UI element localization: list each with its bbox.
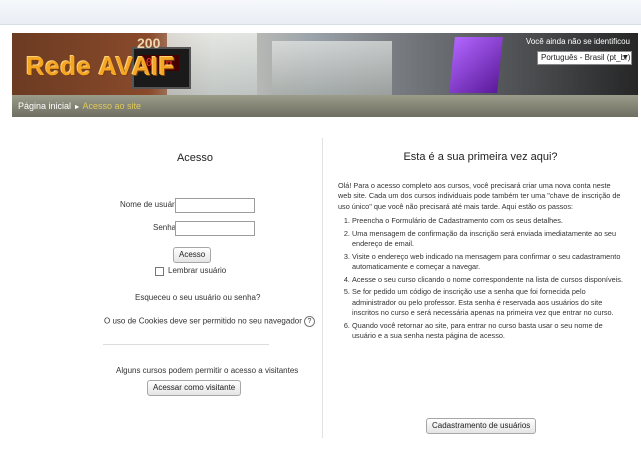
username-label: Nome de usuário [120,200,181,209]
signup-button[interactable]: Cadastramento de usuários [426,418,537,434]
password-label: Senha [153,223,177,232]
login-separator [103,344,269,345]
breadcrumb-home-link[interactable]: Página inicial [18,101,71,111]
breadcrumb-current: Acesso ao site [82,101,142,111]
breadcrumb: Página inicial ► Acesso ao site [18,101,141,111]
guest-note: Alguns cursos podem permitir o acesso a … [116,366,299,375]
chevron-down-icon: ▼ [622,54,629,61]
list-item: Preencha o Formulário de Cadastramento c… [352,216,623,227]
help-icon[interactable]: ? [303,316,315,327]
guest-login-button[interactable]: Acessar como visitante [147,380,242,396]
column-divider [322,138,323,438]
password-input[interactable] [175,221,255,236]
list-item: Acesse o seu curso clicando o nome corre… [352,275,623,286]
list-item: Se for pedido um código de inscrição use… [352,287,623,319]
site-logo[interactable]: Rede AVAIF [26,51,175,82]
login-info: Você ainda não se identificou [525,37,630,46]
navbar: Página inicial ► Acesso ao site [12,95,638,117]
signup-panel: Esta é a sua primeira vez aqui? Olá! Par… [338,152,623,344]
login-button[interactable]: Acesso [173,247,212,263]
banner-purple-equipment [449,37,503,93]
list-item: Uma mensagem de confirmação da inscrição… [352,229,623,250]
list-item: Visite o endereço web indicado na mensag… [352,252,623,273]
signup-intro: Olá! Para o acesso completo aos cursos, … [338,180,621,211]
language-select-value: Português - Brasil (pt_br) [541,53,631,62]
signup-steps: Preencha o Formulário de Cadastramento c… [338,216,623,342]
username-input[interactable] [175,198,255,213]
site-banner: 0:00 200 Rede AVAIF Você ainda não se id… [12,33,638,95]
remember-label: Lembrar usuário [168,266,227,275]
cookies-note-text: O uso de Cookies deve ser permitido no s… [104,316,302,326]
signup-title: Esta é a sua primeira vez aqui? [403,151,558,163]
remember-checkbox[interactable] [155,267,164,276]
browser-top-strip [0,0,641,25]
language-select[interactable]: Português - Brasil (pt_br) ▼ [537,51,632,65]
login-title: Acesso [176,152,214,164]
forgot-password-link[interactable]: Esqueceu o seu usuário ou senha? [135,293,260,302]
banner-photo-panel [272,41,392,95]
cookies-note: O uso de Cookies deve ser permitido no s… [104,316,315,327]
list-item: Quando você retornar ao site, para entra… [352,321,623,342]
banner-number: 200 [137,35,161,51]
breadcrumb-separator: ► [73,104,81,111]
login-panel: Acesso [80,140,310,164]
